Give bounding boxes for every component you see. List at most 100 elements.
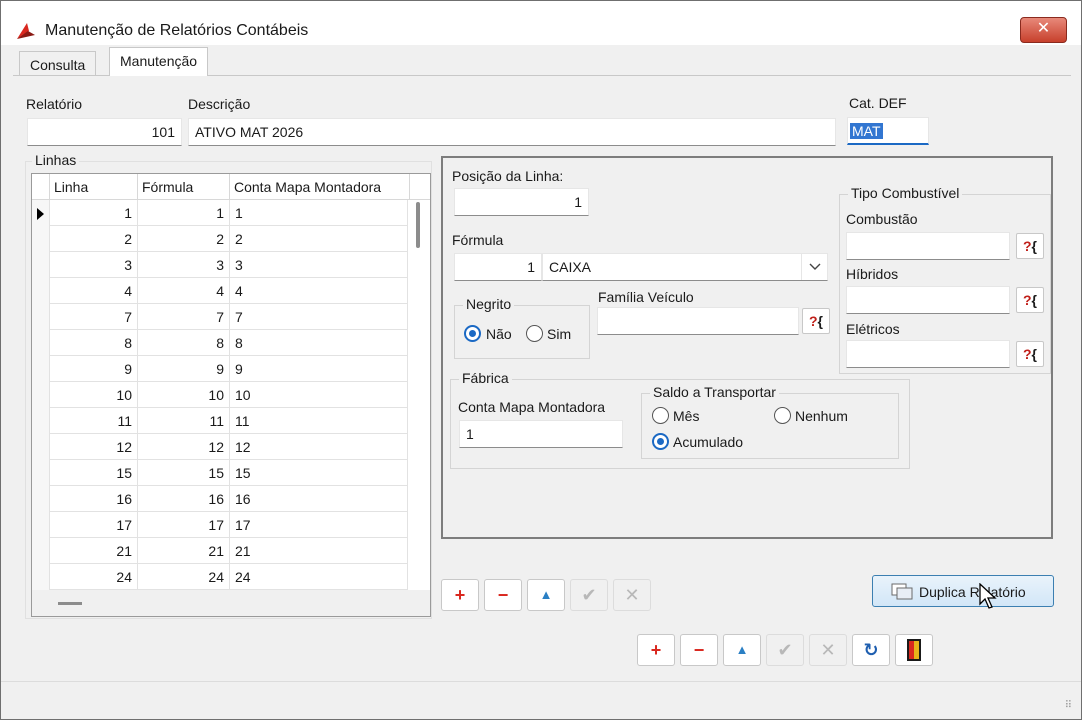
table-row[interactable]: 16 16 16 <box>32 486 408 512</box>
row-indicator[interactable] <box>32 278 50 304</box>
table-cell[interactable]: 24 <box>138 564 230 590</box>
combustao-lookup-button[interactable]: ?{ <box>1016 233 1044 259</box>
row-indicator[interactable] <box>32 330 50 356</box>
add-line-button[interactable]: + <box>441 579 479 611</box>
row-indicator[interactable] <box>32 408 50 434</box>
table-cell[interactable]: 24 <box>230 564 408 590</box>
row-indicator[interactable] <box>32 356 50 382</box>
linhas-grid[interactable]: Linha Fórmula Conta Mapa Montadora 11122… <box>31 173 431 617</box>
column-header-linha[interactable]: Linha <box>50 174 138 200</box>
row-indicator[interactable] <box>32 434 50 460</box>
table-row[interactable]: 24 24 24 <box>32 564 408 590</box>
table-cell[interactable]: 10 <box>50 382 138 408</box>
table-cell[interactable]: 12 <box>230 434 408 460</box>
horizontal-scrollbar[interactable] <box>32 590 430 616</box>
column-header-formula[interactable]: Fórmula <box>138 174 230 200</box>
row-indicator[interactable] <box>32 200 50 226</box>
table-cell[interactable]: 11 <box>230 408 408 434</box>
table-row[interactable]: 11 11 11 <box>32 408 408 434</box>
table-cell[interactable]: 1 <box>50 200 138 226</box>
cat-def-field[interactable]: MAT <box>847 117 929 145</box>
table-cell[interactable]: 3 <box>50 252 138 278</box>
close-button[interactable]: ✕ <box>1020 17 1067 43</box>
saldo-acumulado-label[interactable]: Acumulado <box>673 434 743 450</box>
hibridos-lookup-button[interactable]: ?{ <box>1016 287 1044 313</box>
table-cell[interactable]: 15 <box>138 460 230 486</box>
table-cell[interactable]: 21 <box>50 538 138 564</box>
table-cell[interactable]: 7 <box>50 304 138 330</box>
saldo-acumulado-radio[interactable] <box>652 433 669 450</box>
table-cell[interactable]: 9 <box>50 356 138 382</box>
familia-veiculo-field[interactable] <box>597 307 799 335</box>
vertical-scrollbar[interactable] <box>408 200 430 590</box>
negrito-sim-radio[interactable] <box>526 325 543 342</box>
table-cell[interactable]: 7 <box>230 304 408 330</box>
table-cell[interactable]: 10 <box>138 382 230 408</box>
table-cell[interactable]: 16 <box>50 486 138 512</box>
table-cell[interactable]: 8 <box>50 330 138 356</box>
table-cell[interactable]: 4 <box>230 278 408 304</box>
row-indicator[interactable] <box>32 226 50 252</box>
horizontal-scroll-thumb[interactable] <box>58 602 82 605</box>
conta-mapa-field[interactable]: 1 <box>459 420 623 448</box>
table-cell[interactable]: 9 <box>230 356 408 382</box>
table-cell[interactable]: 1 <box>138 200 230 226</box>
title-bar[interactable]: Manutenção de Relatórios Contábeis ✕ <box>1 1 1081 45</box>
cancel-line-button[interactable]: ✕ <box>613 579 651 611</box>
confirm-report-button[interactable]: ✔ <box>766 634 804 666</box>
table-row[interactable]: 17 17 17 <box>32 512 408 538</box>
formula-select[interactable]: CAIXA <box>542 253 828 281</box>
table-cell[interactable]: 17 <box>138 512 230 538</box>
table-cell[interactable]: 10 <box>230 382 408 408</box>
familia-lookup-button[interactable]: ?{ <box>802 308 830 334</box>
table-row[interactable]: 21 21 21 <box>32 538 408 564</box>
table-row[interactable]: 999 <box>32 356 408 382</box>
negrito-nao-radio[interactable] <box>464 325 481 342</box>
table-cell[interactable]: 7 <box>138 304 230 330</box>
refresh-button[interactable]: ↻ <box>852 634 890 666</box>
table-cell[interactable]: 1 <box>230 200 408 226</box>
add-report-button[interactable]: + <box>637 634 675 666</box>
table-cell[interactable]: 21 <box>138 538 230 564</box>
table-cell[interactable]: 15 <box>230 460 408 486</box>
saldo-mes-radio[interactable] <box>652 407 669 424</box>
remove-line-button[interactable]: − <box>484 579 522 611</box>
row-indicator[interactable] <box>32 538 50 564</box>
vertical-scroll-thumb[interactable] <box>416 202 420 248</box>
table-cell[interactable]: 8 <box>230 330 408 356</box>
table-cell[interactable]: 16 <box>138 486 230 512</box>
combustao-field[interactable] <box>846 232 1010 260</box>
resize-grip-icon[interactable]: ⠿ <box>1065 700 1072 711</box>
table-cell[interactable]: 11 <box>138 408 230 434</box>
tab-consulta[interactable]: Consulta <box>19 51 97 76</box>
row-indicator[interactable] <box>32 564 50 590</box>
eletricos-field[interactable] <box>846 340 1010 368</box>
relatorio-field[interactable]: 101 <box>27 118 182 146</box>
table-row[interactable]: 10 10 10 <box>32 382 408 408</box>
table-cell[interactable]: 3 <box>138 252 230 278</box>
table-cell[interactable]: 12 <box>50 434 138 460</box>
table-cell[interactable]: 2 <box>138 226 230 252</box>
negrito-sim-label[interactable]: Sim <box>547 326 571 342</box>
row-indicator[interactable] <box>32 460 50 486</box>
table-row[interactable]: 222 <box>32 226 408 252</box>
row-indicator[interactable] <box>32 304 50 330</box>
table-cell[interactable]: 16 <box>230 486 408 512</box>
table-cell[interactable]: 9 <box>138 356 230 382</box>
row-indicator[interactable] <box>32 252 50 278</box>
row-indicator[interactable] <box>32 486 50 512</box>
table-row[interactable]: 888 <box>32 330 408 356</box>
table-cell[interactable]: 17 <box>230 512 408 538</box>
move-up-line-button[interactable]: ▲ <box>527 579 565 611</box>
table-cell[interactable]: 11 <box>50 408 138 434</box>
hibridos-field[interactable] <box>846 286 1010 314</box>
table-row[interactable]: 333 <box>32 252 408 278</box>
table-cell[interactable]: 8 <box>138 330 230 356</box>
table-row[interactable]: 15 15 15 <box>32 460 408 486</box>
table-cell[interactable]: 15 <box>50 460 138 486</box>
table-row[interactable]: 12 12 12 <box>32 434 408 460</box>
table-cell[interactable]: 2 <box>230 226 408 252</box>
negrito-nao-label[interactable]: Não <box>486 326 512 342</box>
table-cell[interactable]: 24 <box>50 564 138 590</box>
descricao-field[interactable]: ATIVO MAT 2026 <box>188 118 836 146</box>
